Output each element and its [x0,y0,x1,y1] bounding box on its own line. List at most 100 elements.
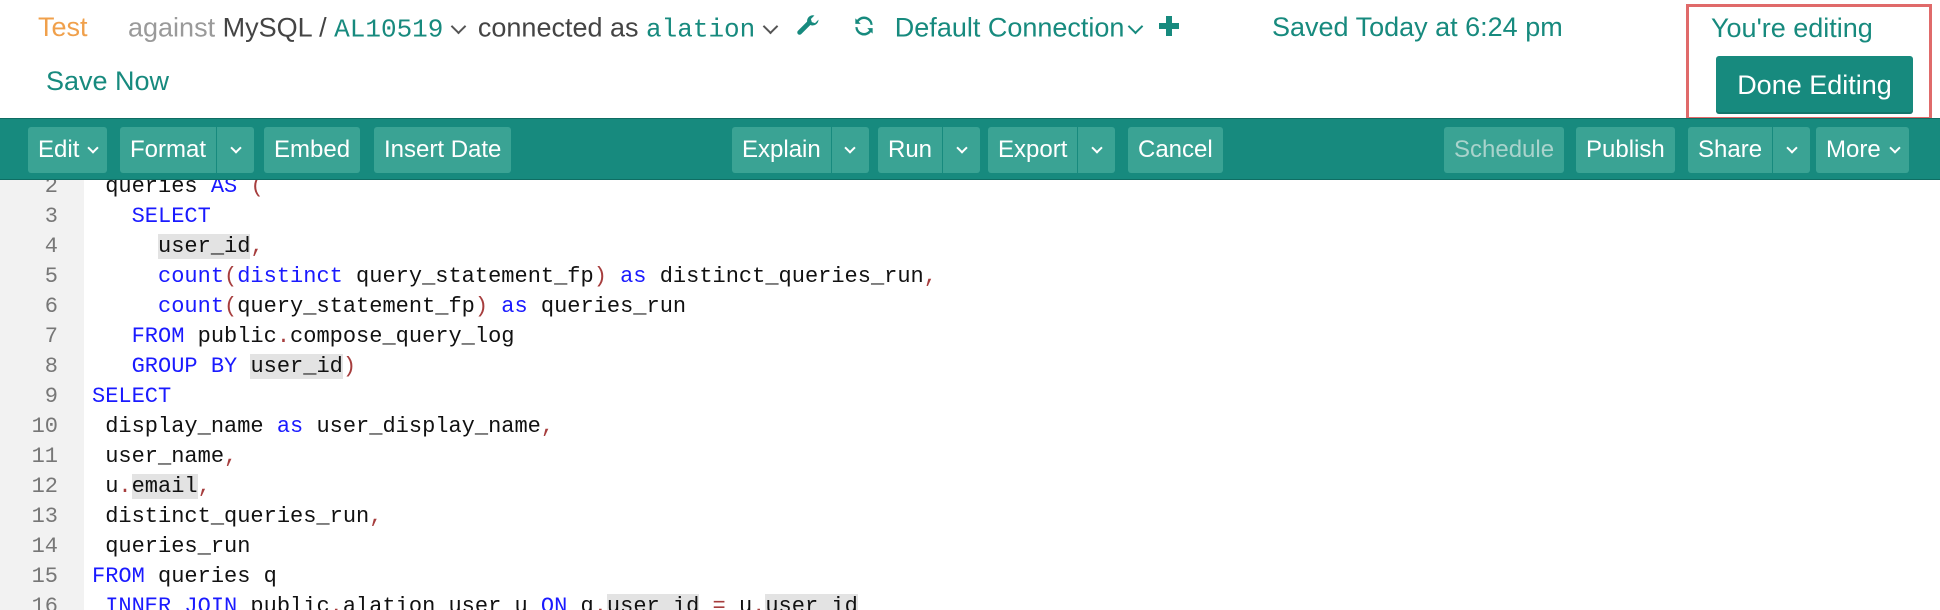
export-dropdown[interactable] [1077,127,1115,173]
sql-token: alation_user u [342,594,541,610]
against-label: against [128,12,216,43]
code-text[interactable]: user_name, [92,442,237,472]
path-separator: / [319,12,327,43]
code-text[interactable]: count(distinct query_statement_fp) as di… [92,262,937,292]
sql-keyword: distinct [237,264,343,289]
code-text[interactable]: count(query_statement_fp) as queries_run [92,292,686,322]
sql-token: display_name [92,414,277,439]
sql-keyword: SELECT [131,204,211,229]
query-header: Test against MySQL / AL10519 connected a… [0,0,1940,120]
sql-token: user_id [158,234,251,259]
code-text[interactable]: queries AS ( [92,180,263,202]
run-button[interactable]: Run [878,127,981,173]
cancel-button[interactable]: Cancel [1128,127,1223,173]
code-text[interactable]: GROUP BY user_id) [92,352,356,382]
edit-button[interactable]: Edit [28,127,108,173]
sql-token: . [118,474,132,499]
run-label: Run [888,136,933,163]
export-button[interactable]: Export [988,127,1116,173]
done-editing-button[interactable]: Done Editing [1716,56,1913,114]
sql-token: , [923,264,937,289]
sql-token: email [131,474,198,499]
explain-label: Explain [742,136,821,163]
code-text[interactable]: distinct_queries_run, [92,502,382,532]
sql-token: ) [474,294,489,319]
sql-editor[interactable]: 2 queries AS (3 SELECT 4 user_id, 5 count(… [0,180,1940,610]
sql-token: , [540,414,555,439]
user-selector[interactable]: alation [646,15,755,45]
editing-status: You're editing [1711,13,1873,43]
explain-dropdown[interactable] [830,127,869,173]
save-now-link[interactable]: Save Now [46,66,169,97]
format-dropdown[interactable] [216,127,254,173]
code-text[interactable]: FROM public.compose_query_log [92,322,515,352]
sql-token: compose_query_log [290,324,515,349]
sql-keyword: ON [540,594,568,610]
chevron-down-icon[interactable] [762,18,779,35]
insert-date-label: Insert Date [384,136,502,163]
embed-button[interactable]: Embed [264,127,361,173]
sql-token: ) [593,264,607,289]
format-label: Format [130,136,207,163]
plus-icon[interactable] [1157,14,1181,45]
sql-token: query_statement_fp [237,294,475,319]
sql-token: public [237,594,330,610]
code-text[interactable]: SELECT [92,382,171,412]
line-number: 15 [31,564,58,589]
sql-token: , [369,504,383,529]
sql-keyword: INNER JOIN [105,594,238,610]
sql-token: distinct_queries_run [92,504,370,529]
code-text[interactable]: user_id, [92,232,264,262]
chevron-down-icon [229,142,242,154]
run-dropdown[interactable] [942,127,980,173]
line-number: 7 [44,324,58,349]
sql-token: u [738,594,753,610]
wrench-icon[interactable] [794,12,822,47]
share-dropdown[interactable] [1772,127,1810,173]
publish-button[interactable]: Publish [1576,127,1675,173]
code-text[interactable]: SELECT [92,202,211,232]
sql-token: queries_run [527,294,687,319]
export-label: Export [998,136,1068,163]
more-button[interactable]: More [1816,127,1909,173]
code-text[interactable]: FROM queries q [92,562,277,592]
sql-token: user_id [250,354,343,379]
refresh-icon[interactable] [851,13,877,46]
db-name-selector[interactable]: AL10519 [334,15,443,45]
cancel-label: Cancel [1138,136,1213,163]
code-text[interactable]: queries_run [92,532,250,562]
edit-label: Edit [38,136,80,163]
query-title[interactable]: Test [38,12,88,43]
line-number: 4 [44,234,58,259]
sql-keyword: SELECT [92,384,172,409]
code-text[interactable]: INNER JOIN public.alation_user u ON q.us… [92,592,858,610]
connection-selector[interactable]: Default Connection [895,13,1125,43]
chevron-down-icon [1889,142,1901,154]
sql-token: q [567,594,594,610]
more-label: More [1826,136,1881,163]
sql-keyword: as [276,414,304,439]
db-type-label: MySQL [222,12,312,43]
chevron-down-icon[interactable] [451,18,467,35]
line-number: 5 [44,264,58,289]
share-button[interactable]: Share [1688,127,1811,173]
sql-token: ( [224,294,238,319]
insert-date-button[interactable]: Insert Date [374,127,512,173]
sql-token: queries [92,180,211,199]
chevron-down-icon[interactable] [1128,18,1144,35]
sql-token: user_id [765,594,858,610]
format-button[interactable]: Format [120,127,255,173]
chevron-down-icon [844,142,856,154]
explain-button[interactable]: Explain [732,127,869,173]
sql-keyword: AS [210,180,238,199]
code-text[interactable]: u.email, [92,472,211,502]
editing-panel: You're editing Done Editing [1686,4,1932,120]
line-number: 8 [44,354,58,379]
sql-token: . [276,324,291,349]
sql-token: distinct_queries_run [646,264,924,289]
code-text[interactable]: display_name as user_display_name, [92,412,554,442]
